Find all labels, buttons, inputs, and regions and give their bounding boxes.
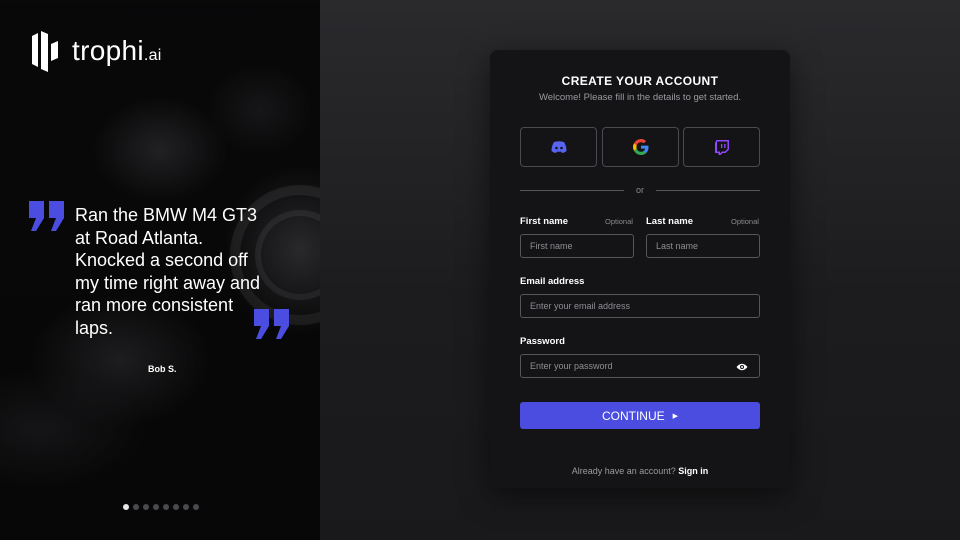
carousel-dot[interactable] (133, 504, 139, 510)
email-label: Email address (520, 276, 585, 287)
open-quote-icon (29, 201, 64, 231)
last-name-input[interactable] (646, 234, 760, 258)
google-icon (632, 139, 648, 155)
first-name-optional: Optional (605, 217, 633, 226)
carousel-dots (123, 504, 199, 510)
twitch-signin-button[interactable] (683, 127, 760, 167)
testimonial-text: Ran the BMW M4 GT3 at Road Atlanta. Knoc… (75, 205, 261, 338)
trophi-logo-icon (32, 31, 58, 72)
continue-label: CONTINUE (601, 408, 665, 423)
twitch-icon (714, 139, 729, 155)
brand-name: trophi.ai (72, 35, 162, 66)
brand-logo[interactable]: trophi.ai (30, 30, 162, 72)
caret-right-icon: ▶ (672, 412, 679, 420)
google-signin-button[interactable] (602, 127, 679, 167)
testimonial-author: Bob S. (148, 364, 177, 374)
close-quote-icon (254, 309, 289, 339)
signin-prompt: Already have an account? Sign in (490, 466, 790, 476)
divider-left (520, 190, 624, 191)
carousel-dot[interactable] (193, 504, 199, 510)
carousel-dot[interactable] (153, 504, 159, 510)
carousel-dot[interactable] (183, 504, 189, 510)
signup-card: CREATE YOUR ACCOUNT Welcome! Please fill… (490, 50, 790, 488)
email-input[interactable] (520, 294, 760, 318)
last-name-label: Last name (646, 216, 693, 227)
first-name-label: First name (520, 216, 569, 227)
signin-prompt-text: Already have an account? (571, 466, 676, 476)
password-label: Password (520, 336, 565, 347)
hero-panel: trophi.ai Ran the BMW M4 GT3 at Road Atl… (0, 0, 320, 540)
first-name-input[interactable] (520, 234, 634, 258)
carousel-dot[interactable] (143, 504, 149, 510)
signin-link[interactable]: Sign in (678, 466, 708, 476)
discord-signin-button[interactable] (520, 127, 597, 167)
carousel-dot[interactable] (123, 504, 129, 510)
card-title: CREATE YOUR ACCOUNT (561, 74, 719, 88)
last-name-optional: Optional (731, 217, 759, 226)
divider-right (656, 190, 760, 191)
carousel-dot[interactable] (173, 504, 179, 510)
carousel-dot[interactable] (163, 504, 169, 510)
show-password-eye-icon[interactable] (736, 362, 748, 372)
signup-page: trophi.ai Ran the BMW M4 GT3 at Road Atl… (0, 0, 960, 540)
continue-button[interactable]: CONTINUE ▶ (520, 402, 760, 429)
card-subtitle: Welcome! Please fill in the details to g… (538, 92, 742, 103)
divider-or-text: or (635, 185, 644, 195)
discord-icon (551, 141, 566, 153)
password-input[interactable] (520, 354, 760, 378)
